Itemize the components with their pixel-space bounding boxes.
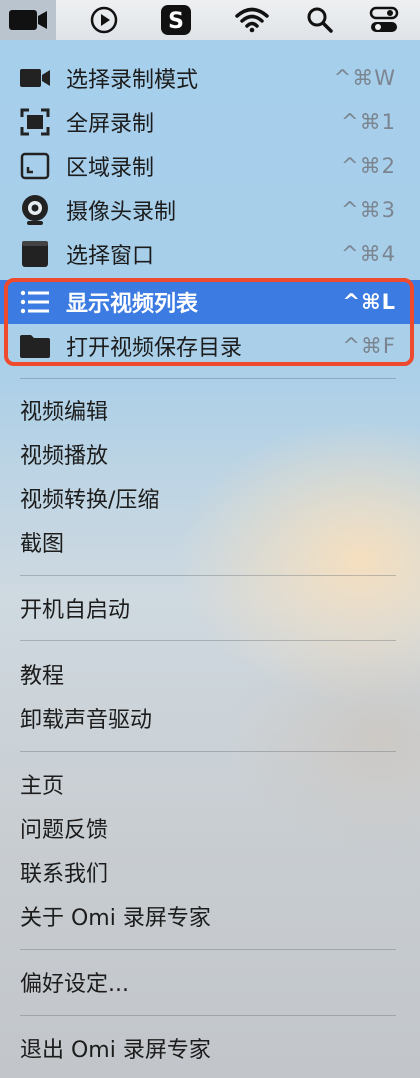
separator [20,575,396,576]
menu-item-open-save-folder[interactable]: 打开视频保存目录 ^⌘F [0,324,420,368]
window-icon [18,238,52,270]
s-app-icon[interactable]: S [148,0,204,40]
folder-icon [18,330,52,362]
menu-item-feedback[interactable]: 问题反馈 [0,806,420,850]
menu-item-homepage[interactable]: 主页 [0,762,420,806]
menu-item-quit[interactable]: 退出 Omi 录屏专家 [0,1026,420,1070]
search-icon[interactable] [292,0,348,40]
menu-item-select-mode[interactable]: 选择录制模式 ^⌘W [0,56,420,100]
play-circle-icon[interactable] [76,0,132,40]
separator [20,640,396,641]
fullscreen-icon [18,106,52,138]
menu-item-video-edit[interactable]: 视频编辑 [0,388,420,432]
menu-item-uninstall-audio-driver[interactable]: 卸载声音驱动 [0,696,420,740]
menu-item-show-video-list[interactable]: 显示视频列表 ^⌘L [0,280,420,324]
menu-item-video-convert[interactable]: 视频转换/压缩 [0,476,420,520]
list-icon [18,286,52,318]
menu-item-region[interactable]: 区域录制 ^⌘2 [0,144,420,188]
wifi-icon[interactable] [224,0,280,40]
separator [20,751,396,752]
menu-item-select-window[interactable]: 选择窗口 ^⌘4 [0,232,420,276]
app-dropdown-menu: 选择录制模式 ^⌘W 全屏录制 ^⌘1 区域录制 ^⌘2 摄像头录制 ^⌘3 选… [0,40,420,1078]
video-camera-icon [18,62,52,94]
svg-text:S: S [168,9,184,34]
menu-item-about[interactable]: 关于 Omi 录屏专家 [0,894,420,938]
menu-item-tutorial[interactable]: 教程 [0,652,420,696]
separator [20,949,396,950]
menu-item-video-play[interactable]: 视频播放 [0,432,420,476]
menu-bar: S [0,0,420,41]
video-camera-icon[interactable] [0,0,56,40]
menu-item-launch-at-login[interactable]: 开机自启动 [0,586,420,630]
region-select-icon [18,150,52,182]
separator [20,378,396,379]
menu-item-screenshot[interactable]: 截图 [0,520,420,564]
menu-item-preferences[interactable]: 偏好设定... [0,960,420,1004]
menu-item-fullscreen[interactable]: 全屏录制 ^⌘1 [0,100,420,144]
menu-item-contact-us[interactable]: 联系我们 [0,850,420,894]
menu-item-webcam[interactable]: 摄像头录制 ^⌘3 [0,188,420,232]
separator [20,1015,396,1016]
webcam-icon [18,194,52,226]
control-center-icon[interactable] [356,0,412,40]
